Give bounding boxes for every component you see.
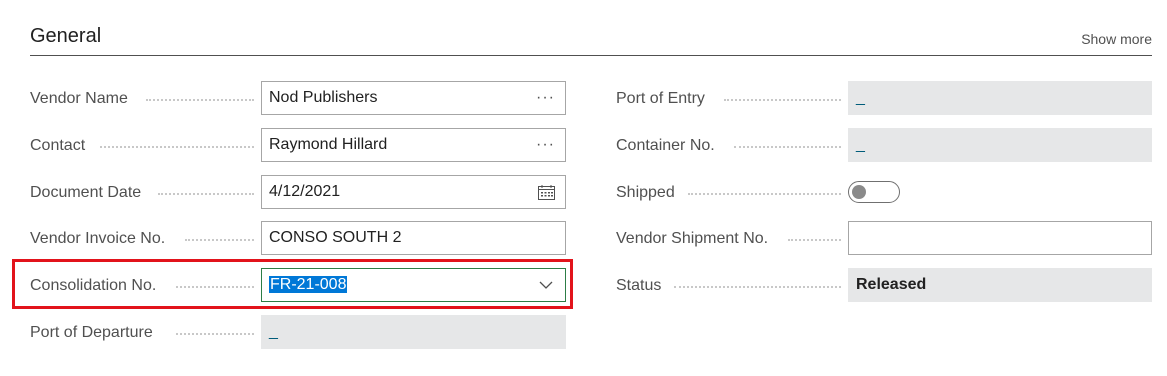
- label-leader-dots: [158, 193, 254, 195]
- port-of-departure-label-wrap: Port of Departure: [30, 315, 255, 351]
- document-date-field[interactable]: 4/12/2021: [261, 175, 566, 209]
- label-leader-dots: [788, 239, 841, 241]
- status-row: Status Released: [616, 268, 1152, 304]
- vendor-shipment-field[interactable]: [848, 221, 1152, 255]
- container-no-value: _: [856, 136, 865, 153]
- label-leader-dots: [688, 193, 841, 195]
- chevron-down-icon[interactable]: [539, 280, 553, 290]
- port-of-departure-field: _: [261, 315, 566, 349]
- container-no-label-wrap: Container No.: [616, 128, 842, 164]
- status-value: Released: [856, 276, 927, 293]
- vendor-shipment-label-wrap: Vendor Shipment No.: [616, 221, 842, 257]
- consolidation-no-dropdown[interactable]: FR-21-008: [261, 268, 566, 302]
- vendor-invoice-label-wrap: Vendor Invoice No.: [30, 221, 255, 257]
- shipped-toggle[interactable]: [848, 181, 900, 203]
- label-leader-dots: [734, 146, 841, 148]
- vendor-name-label-wrap: Vendor Name: [30, 81, 255, 117]
- contact-field[interactable]: Raymond Hillard ···: [261, 128, 566, 162]
- vendor-invoice-value: CONSO SOUTH 2: [269, 229, 402, 246]
- contact-value: Raymond Hillard: [269, 136, 388, 153]
- vendor-shipment-label: Vendor Shipment No.: [616, 230, 775, 247]
- document-date-value: 4/12/2021: [269, 183, 341, 200]
- label-leader-dots: [674, 286, 841, 288]
- port-of-departure-value: _: [269, 323, 278, 340]
- vendor-invoice-row: Vendor Invoice No. CONSO SOUTH 2: [30, 221, 566, 257]
- port-of-entry-label: Port of Entry: [616, 90, 711, 107]
- consolidation-no-row: Consolidation No. FR-21-008: [30, 268, 566, 304]
- vendor-invoice-label: Vendor Invoice No.: [30, 230, 172, 247]
- toggle-knob: [852, 185, 866, 199]
- container-no-label: Container No.: [616, 137, 721, 154]
- consolidation-no-label-wrap: Consolidation No.: [30, 268, 255, 304]
- consolidation-no-label: Consolidation No.: [30, 277, 163, 294]
- port-of-departure-label: Port of Departure: [30, 324, 159, 341]
- shipped-row: Shipped: [616, 175, 1152, 211]
- calendar-icon[interactable]: [538, 185, 555, 200]
- port-of-entry-row: Port of Entry _: [616, 81, 1152, 117]
- label-leader-dots: [176, 286, 254, 288]
- status-field: Released: [848, 268, 1152, 302]
- port-of-entry-field: _: [848, 81, 1152, 115]
- label-leader-dots: [100, 146, 254, 148]
- vendor-invoice-field[interactable]: CONSO SOUTH 2: [261, 221, 566, 255]
- shipped-label: Shipped: [616, 184, 681, 201]
- contact-label: Contact: [30, 137, 92, 154]
- status-label-wrap: Status: [616, 268, 842, 304]
- vendor-name-value: Nod Publishers: [269, 89, 378, 106]
- label-leader-dots: [185, 239, 254, 241]
- vendor-name-field[interactable]: Nod Publishers ···: [261, 81, 566, 115]
- label-leader-dots: [724, 99, 841, 101]
- vendor-shipment-row: Vendor Shipment No.: [616, 221, 1152, 257]
- section-title: General: [30, 25, 102, 47]
- port-of-entry-value: _: [856, 89, 865, 106]
- vendor-name-label: Vendor Name: [30, 90, 134, 107]
- document-date-row: Document Date 4/12/2021: [30, 175, 566, 211]
- status-label: Status: [616, 277, 668, 294]
- show-more-link[interactable]: Show more: [1081, 31, 1152, 47]
- section-header: General Show more: [30, 24, 1152, 56]
- container-no-row: Container No. _: [616, 128, 1152, 164]
- vendor-name-row: Vendor Name Nod Publishers ···: [30, 81, 566, 117]
- document-date-label-wrap: Document Date: [30, 175, 255, 211]
- shipped-label-wrap: Shipped: [616, 175, 842, 211]
- contact-row: Contact Raymond Hillard ···: [30, 128, 566, 164]
- label-leader-dots: [176, 333, 254, 335]
- document-date-label: Document Date: [30, 184, 148, 201]
- consolidation-no-value: FR-21-008: [269, 276, 348, 293]
- contact-label-wrap: Contact: [30, 128, 255, 164]
- label-leader-dots: [146, 99, 254, 101]
- port-of-departure-row: Port of Departure _: [30, 315, 566, 351]
- container-no-field: _: [848, 128, 1152, 162]
- ellipsis-icon[interactable]: ···: [536, 129, 555, 161]
- ellipsis-icon[interactable]: ···: [536, 82, 555, 114]
- port-of-entry-label-wrap: Port of Entry: [616, 81, 842, 117]
